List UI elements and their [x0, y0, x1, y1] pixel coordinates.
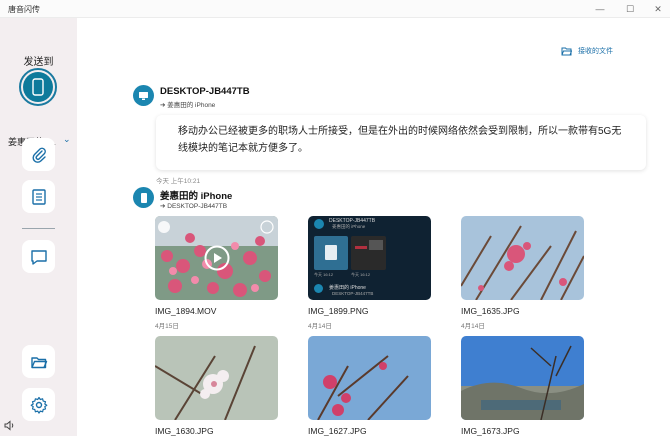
file-thumbnail-photo[interactable] — [461, 216, 584, 300]
paperclip-icon — [31, 147, 46, 163]
preview-recipient-2: DESKTOP-JB447TB — [332, 291, 374, 296]
recipient-line: ➔ DESKTOP-JB447TB — [160, 203, 228, 210]
sidebar-divider — [22, 228, 55, 229]
file-date: 4月14日 — [308, 323, 332, 330]
file-thumbnail-photo[interactable] — [308, 336, 431, 420]
speaker-icon[interactable] — [4, 418, 16, 436]
folder-open-icon — [561, 47, 572, 55]
sidebar: 发送到 姜惠田的 i... ⌄ — [0, 18, 77, 436]
file-thumbnail-screenshot[interactable]: DESKTOP-JB447TB 姜惠田的 iPhone 今天 16:12 今天 … — [308, 216, 431, 300]
close-button[interactable]: ✕ — [648, 2, 668, 16]
messages-button[interactable] — [22, 240, 55, 273]
file-thumbnail-photo[interactable] — [461, 336, 584, 420]
send-to-label: 发送到 — [23, 57, 54, 68]
sender-name: DESKTOP-JB447TB — [160, 86, 250, 97]
preview-time-left: 今天 16:12 — [314, 272, 334, 277]
open-folder-button[interactable] — [22, 345, 55, 378]
file-thumbnail-video[interactable] — [155, 216, 278, 300]
file-date: 4月14日 — [461, 323, 485, 330]
received-files-label: 接收的文件 — [578, 48, 613, 55]
settings-icon — [30, 396, 47, 414]
message-icon — [30, 249, 47, 265]
preview-image-tile — [351, 236, 386, 270]
sender-name: 姜惠田的 iPhone — [160, 191, 233, 202]
monitor-icon — [139, 91, 148, 100]
received-files-link[interactable]: 接收的文件 — [561, 46, 613, 56]
play-icon[interactable] — [204, 245, 230, 271]
message-text: 移动办公已经被更多的职场人士所接受，但是在外出的时候网络依然会受到限制，所以一款… — [178, 126, 622, 154]
file-date: 4月15日 — [155, 323, 179, 330]
phone-icon — [32, 78, 44, 96]
app-title: 唐音闪传 — [8, 5, 40, 14]
send-text-button[interactable] — [22, 180, 55, 213]
maximize-button[interactable]: ☐ — [620, 2, 640, 16]
chevron-down-icon[interactable]: ⌄ — [63, 134, 71, 145]
recipient-line: ➔ 姜惠田的 iPhone — [160, 102, 216, 109]
file-name: IMG_1894.MOV — [155, 306, 217, 316]
folder-icon — [30, 356, 47, 368]
phone-icon — [314, 284, 323, 293]
message-time: 今天 上午10:21 — [156, 178, 201, 185]
document-icon — [31, 188, 46, 205]
file-name: IMG_1899.PNG — [308, 306, 369, 316]
phone-icon — [140, 192, 147, 203]
sender-avatar — [133, 187, 154, 208]
preview-file-tile — [314, 236, 348, 270]
sender-avatar — [133, 85, 154, 106]
file-name: IMG_1627.JPG — [308, 426, 367, 436]
file-name: IMG_1630.JPG — [155, 426, 214, 436]
preview-recipient: 姜惠田的 iPhone — [332, 224, 366, 229]
text-message-bubble[interactable]: 移动办公已经被更多的职场人士所接受，但是在外出的时候网络依然会受到限制，所以一款… — [156, 115, 646, 170]
preview-sender-2: 姜惠田的 iPhone — [329, 285, 366, 291]
title-bar: 唐音闪传 — ☐ ✕ — [0, 0, 670, 18]
send-file-button[interactable] — [22, 138, 55, 171]
file-name: IMG_1673.JPG — [461, 426, 520, 436]
minimize-button[interactable]: — — [590, 2, 610, 16]
settings-button[interactable] — [22, 388, 55, 421]
preview-time-right: 今天 16:12 — [351, 272, 371, 277]
monitor-icon — [314, 219, 324, 229]
file-thumbnail-photo[interactable] — [155, 336, 278, 420]
target-device-button[interactable] — [19, 68, 57, 106]
file-name: IMG_1635.JPG — [461, 306, 520, 316]
